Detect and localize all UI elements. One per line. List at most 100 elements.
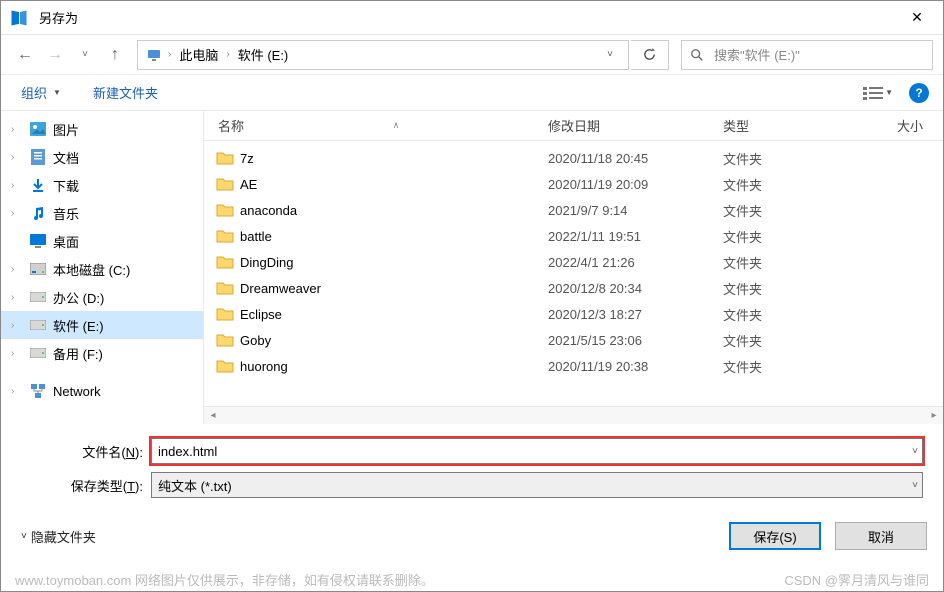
folder-icon [216,177,240,191]
folder-icon [216,203,240,217]
up-button[interactable]: ↑ [101,41,129,69]
search-placeholder: 搜索"软件 (E:)" [714,45,800,64]
recent-dropdown[interactable]: ˅ [71,41,99,69]
tree-item-音乐[interactable]: › 音乐 [1,199,203,227]
expand-icon[interactable]: › [11,264,23,275]
help-button[interactable]: ? [909,83,929,103]
tree-item-办公 (D:)[interactable]: ›办公 (D:) [1,283,203,311]
column-type[interactable]: 类型 [723,116,863,135]
expand-icon[interactable]: › [11,208,23,219]
file-date: 2020/11/19 20:38 [548,359,723,374]
expand-icon[interactable]: › [11,348,23,359]
file-name: battle [240,229,548,244]
list-item[interactable]: Eclipse2020/12/3 18:27文件夹 [216,301,943,327]
scroll-left-arrow[interactable]: ◂ [204,407,222,425]
download-icon [29,177,47,193]
file-type: 文件夹 [723,175,863,194]
close-button[interactable]: ✕ [895,2,939,34]
organize-button[interactable]: 组织 ▼ [15,79,67,106]
sort-asc-icon: ∧ [393,120,400,131]
tree-item-label: 图片 [53,120,79,139]
file-type: 文件夹 [723,227,863,246]
back-button[interactable]: ← [11,41,39,69]
hide-folders-toggle[interactable]: ˅ 隐藏文件夹 [21,527,96,546]
tree-item-label: 音乐 [53,204,79,223]
folder-icon [216,307,240,321]
filename-input[interactable] [158,444,916,459]
pictures-icon [29,122,47,136]
filename-label: 文件名(N): [21,442,151,461]
filename-dropdown[interactable]: ˅ [912,446,918,457]
tree-item-图片[interactable]: › 图片 [1,115,203,143]
file-type: 文件夹 [723,357,863,376]
cancel-button[interactable]: 取消 [835,522,927,550]
list-item[interactable]: anaconda2021/9/7 9:14文件夹 [216,197,943,223]
document-icon [29,149,47,165]
expand-icon[interactable]: › [11,386,23,397]
tree-item-桌面[interactable]: 桌面 [1,227,203,255]
list-item[interactable]: Goby2021/5/15 23:06文件夹 [216,327,943,353]
column-date[interactable]: 修改日期 [548,116,723,135]
tree-item-label: Network [53,384,101,399]
filetype-select[interactable]: 纯文本 (*.txt) ˅ [151,472,923,498]
tree-item-label: 软件 (E:) [53,316,104,335]
list-item[interactable]: huorong2020/11/19 20:38文件夹 [216,353,943,379]
file-type: 文件夹 [723,305,863,324]
file-date: 2020/11/19 20:09 [548,177,723,192]
breadcrumb-drive[interactable]: 软件 (E:) [232,45,295,64]
file-name: DingDing [240,255,548,270]
scroll-right-arrow[interactable]: ▸ [925,407,943,425]
breadcrumb-pc[interactable]: 此电脑 [173,45,224,64]
tree-item-label: 备用 (F:) [53,344,103,363]
file-date: 2021/5/15 23:06 [548,333,723,348]
list-item[interactable]: battle2022/1/11 19:51文件夹 [216,223,943,249]
file-name: Goby [240,333,548,348]
folder-icon [216,281,240,295]
tree-item-本地磁盘 (C:)[interactable]: ›本地磁盘 (C:) [1,255,203,283]
folder-icon [216,359,240,373]
forward-button[interactable]: → [41,41,69,69]
expand-icon[interactable]: › [11,152,23,163]
watermark: www.toymoban.com 网络图片仅供展示，非存储，如有侵权请联系删除。… [15,570,929,589]
navigation-row: ← → ˅ ↑ › 此电脑 › 软件 (E:) ˅ 搜索"软件 (E:)" [1,35,943,75]
list-item[interactable]: AE2020/11/19 20:09文件夹 [216,171,943,197]
app-icon [9,8,29,28]
file-date: 2022/1/11 19:51 [548,229,723,244]
expand-icon[interactable]: › [11,320,23,331]
tree-item-Network[interactable]: › Network [1,377,203,405]
desktop-icon [29,234,47,248]
chevron-right-icon[interactable]: › [224,49,231,60]
view-options-button[interactable]: ▼ [859,82,897,104]
chevron-right-icon[interactable]: › [166,49,173,60]
new-folder-button[interactable]: 新建文件夹 [87,79,164,106]
tree-item-下载[interactable]: ›下载 [1,171,203,199]
list-header: 名称∧ 修改日期 类型 大小 [204,111,943,141]
column-size[interactable]: 大小 [863,116,943,135]
horizontal-scrollbar[interactable]: ◂ ▸ [204,406,943,424]
list-item[interactable]: Dreamweaver2020/12/8 20:34文件夹 [216,275,943,301]
list-item[interactable]: DingDing2022/4/1 21:26文件夹 [216,249,943,275]
tree-item-软件 (E:)[interactable]: › 软件 (E:) [1,311,203,339]
tree-item-文档[interactable]: › 文档 [1,143,203,171]
search-input[interactable]: 搜索"软件 (E:)" [681,40,933,70]
drive-icon [29,348,47,358]
column-name[interactable]: 名称∧ [218,116,548,135]
file-date: 2020/11/18 20:45 [548,151,723,166]
expand-icon[interactable]: › [11,292,23,303]
main-pane: ›图片›文档›下载›音乐桌面›本地磁盘 (C:)›办公 (D:)›软件 (E:)… [1,111,943,424]
expand-icon[interactable]: › [11,180,23,191]
save-button[interactable]: 保存(S) [729,522,821,550]
tree-item-备用 (F:)[interactable]: › 备用 (F:) [1,339,203,367]
tree-item-label: 文档 [53,148,79,167]
filename-input-wrap: ˅ [151,438,923,464]
address-dropdown[interactable]: ˅ [596,41,624,69]
file-name: anaconda [240,203,548,218]
address-bar[interactable]: › 此电脑 › 软件 (E:) ˅ [137,40,629,70]
filetype-label: 保存类型(T): [21,476,151,495]
refresh-button[interactable] [631,40,669,70]
file-name: Eclipse [240,307,548,322]
dialog-footer: ˅ 隐藏文件夹 保存(S) 取消 [1,514,943,558]
expand-icon[interactable]: › [11,124,23,135]
folder-tree: ›图片›文档›下载›音乐桌面›本地磁盘 (C:)›办公 (D:)›软件 (E:)… [1,111,204,424]
list-item[interactable]: 7z2020/11/18 20:45文件夹 [216,145,943,171]
